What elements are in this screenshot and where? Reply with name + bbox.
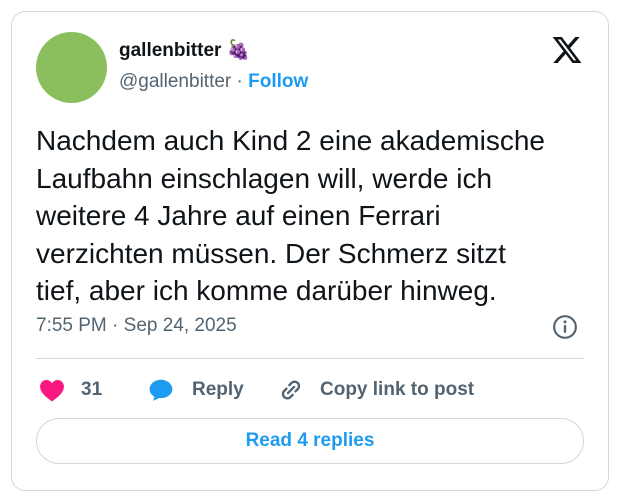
read-replies-button[interactable]: Read 4 replies [36,418,584,464]
tweet-card: gallenbitter 🍇 @gallenbitter · Follow Na… [11,11,609,491]
follow-button[interactable]: Follow [248,71,308,92]
reply-label: Reply [192,379,244,400]
author-display-name[interactable]: gallenbitter 🍇 [119,38,250,62]
link-icon [281,380,301,400]
divider [36,358,584,359]
tweet-text-line: verzichten müssen. Der Schmerz sitzt [36,237,506,269]
copy-link-label: Copy link to post [320,379,475,400]
avatar[interactable] [36,32,107,103]
author-handle-row: @gallenbitter · Follow [119,71,308,93]
tweet-text-line: Nachdem auch Kind 2 eine akademische [36,125,545,156]
author-handle[interactable]: @gallenbitter [119,71,231,92]
like-count: 31 [81,379,103,400]
like-button[interactable]: 31 [39,374,102,406]
copy-link-button[interactable]: Copy link to post [278,374,474,406]
speech-bubble-icon [149,379,173,401]
heart-icon [40,380,64,402]
tweet-text-line: tief, aber ich komme darüber hinweg. [36,275,497,306]
x-logo-icon[interactable] [550,34,584,66]
tweet-timestamp[interactable]: 7:55 PM · Sep 24, 2025 [36,315,237,337]
tweet-text: Nachdem auch Kind 2 eine akademische Lau… [36,122,586,310]
info-icon[interactable] [552,314,578,340]
handle-separator: · [236,71,243,92]
reply-button[interactable]: Reply [148,374,244,406]
tweet-text-line: weitere 4 Jahre auf einen Ferrari [36,200,441,231]
tweet-text-line: Laufbahn einschlagen will, werde ich [36,162,493,194]
